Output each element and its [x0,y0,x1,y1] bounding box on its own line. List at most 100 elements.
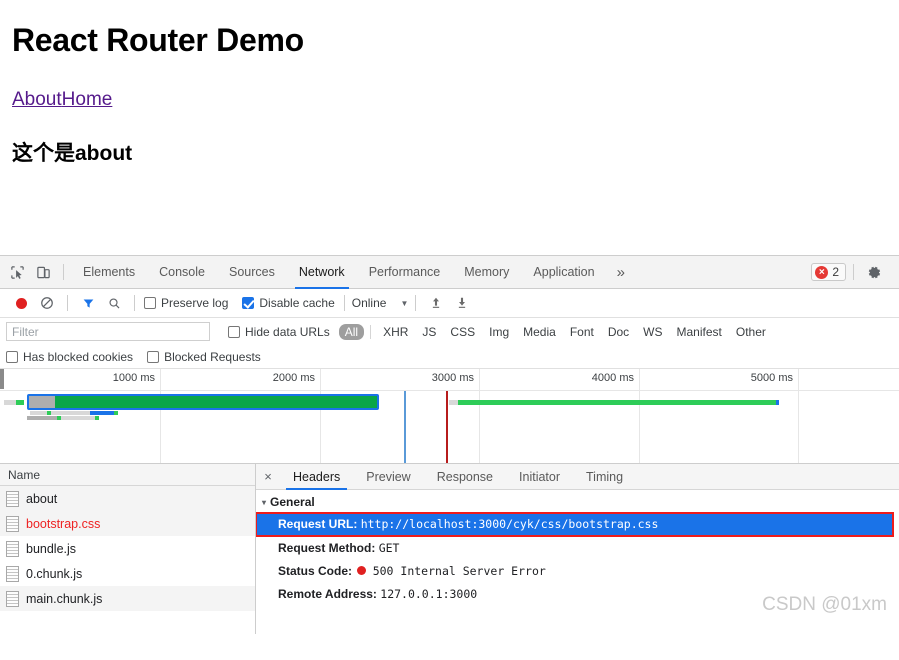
record-button[interactable] [8,290,34,316]
overview-tick-2000: 2000 ms [272,372,315,384]
status-code-row[interactable]: Status Code: 500 Internal Server Error [256,560,899,583]
detail-tab-response[interactable]: Response [424,464,506,490]
blocked-requests-checkbox[interactable]: Blocked Requests [147,350,261,364]
request-name: bootstrap.css [26,516,101,531]
table-row[interactable]: bundle.js [0,536,255,561]
filter-ws[interactable]: WS [637,324,668,340]
tab-console[interactable]: Console [147,256,217,289]
detail-tab-initiator[interactable]: Initiator [506,464,573,490]
request-method-value: GET [378,541,400,555]
has-blocked-cookies-label: Has blocked cookies [23,349,134,364]
error-count-badge[interactable]: × 2 [811,263,846,281]
overview-gridline [320,369,321,390]
error-icon: × [815,265,829,279]
overview-tick-4000: 4000 ms [591,372,634,384]
request-list-header[interactable]: Name [0,464,255,486]
chevron-down-icon: ▾ [262,497,267,507]
waterfall-bar-selected[interactable] [27,394,379,410]
filter-doc[interactable]: Doc [602,324,635,340]
network-control-bar: Preserve log Disable cache Online ▼ [0,289,899,318]
has-blocked-cookies-checkbox[interactable]: Has blocked cookies [6,350,133,364]
export-har-icon[interactable] [449,290,475,316]
waterfall-bar-4 [449,400,779,405]
overview-tick-5000: 5000 ms [750,372,793,384]
network-overview[interactable]: 1000 ms 2000 ms 3000 ms 4000 ms 5000 ms [0,369,899,464]
table-row[interactable]: main.chunk.js [0,586,255,611]
filter-js[interactable]: JS [416,324,442,340]
disable-cache-checkbox[interactable]: Disable cache [242,296,335,310]
devtools-tabbar-right: × 2 [811,259,895,285]
filter-media[interactable]: Media [517,324,562,340]
request-url-row[interactable]: Request URL: http://localhost:3000/cyk/c… [256,512,894,537]
throttling-dropdown[interactable]: Online ▼ [352,296,409,310]
gear-icon[interactable] [861,259,887,285]
load-event-line [446,391,448,463]
overview-gridline [798,369,799,390]
request-name: main.chunk.js [26,591,103,606]
filter-divider [370,324,372,339]
document-icon [6,540,19,557]
detail-tab-timing[interactable]: Timing [573,464,636,490]
preserve-log-label: Preserve log [161,296,229,310]
filter-css[interactable]: CSS [444,324,481,340]
network-filter-bar-2: Has blocked cookies Blocked Requests [0,345,899,369]
import-har-icon[interactable] [423,290,449,316]
remote-address-value: 127.0.0.1:3000 [380,587,478,601]
document-icon [6,490,19,507]
request-url-key: Request URL: [278,517,358,531]
throttling-value: Online [351,296,387,310]
link-about[interactable]: About [12,89,62,110]
tab-elements[interactable]: Elements [71,256,147,289]
hide-data-urls-label: Hide data URLs [245,324,330,339]
link-home[interactable]: Home [62,89,113,110]
request-name: bundle.js [26,541,77,556]
more-tabs-icon[interactable]: » [607,256,635,289]
filter-input[interactable] [6,322,210,341]
table-row[interactable]: bootstrap.css [0,511,255,536]
dom-content-loaded-line [404,391,406,463]
tab-application[interactable]: Application [521,256,606,289]
tab-sources[interactable]: Sources [217,256,287,289]
filter-icon[interactable] [75,290,101,316]
preserve-log-checkbox[interactable]: Preserve log [144,296,228,310]
overview-gridline [639,369,640,390]
hide-data-urls-checkbox[interactable]: Hide data URLs [228,325,330,339]
tab-memory[interactable]: Memory [452,256,521,289]
filter-xhr[interactable]: XHR [377,324,414,340]
document-icon [6,565,19,582]
filter-all[interactable]: All [338,323,365,340]
detail-tab-preview[interactable]: Preview [353,464,423,490]
toolbar-divider-2 [853,264,854,280]
clear-button[interactable] [34,290,60,316]
filter-manifest[interactable]: Manifest [671,324,728,340]
request-list: Name about bootstrap.css bundle.js 0.chu… [0,464,256,634]
table-row[interactable]: about [0,486,255,511]
general-section-header[interactable]: ▾ General [256,490,899,512]
preserve-log-box [144,297,156,309]
control-divider-4 [415,295,417,311]
search-icon[interactable] [101,290,127,316]
remote-address-row[interactable]: Remote Address: 127.0.0.1:3000 [256,583,899,606]
disable-cache-label: Disable cache [259,296,335,310]
network-lower-pane: Name about bootstrap.css bundle.js 0.chu… [0,464,899,634]
overview-ruler: 1000 ms 2000 ms 3000 ms 4000 ms 5000 ms [0,369,899,391]
waterfall-bar-3 [27,416,99,420]
overview-gridline [160,369,161,390]
close-icon[interactable]: × [256,469,280,484]
table-row[interactable]: 0.chunk.js [0,561,255,586]
status-error-icon [357,566,367,575]
devtools-tab-group: Elements Console Sources Network Perform… [71,256,635,289]
tab-network[interactable]: Network [287,256,357,289]
document-icon [6,590,19,607]
tab-performance[interactable]: Performance [357,256,453,289]
filter-img[interactable]: Img [483,324,515,340]
filter-other[interactable]: Other [730,324,772,340]
request-method-row[interactable]: Request Method: GET [256,537,899,560]
filter-font[interactable]: Font [564,324,600,340]
inspect-element-icon[interactable] [4,259,30,285]
devtools-panel: Elements Console Sources Network Perform… [0,255,899,660]
overview-tick-1000: 1000 ms [112,372,155,384]
device-toolbar-icon[interactable] [30,259,56,285]
detail-tab-headers[interactable]: Headers [280,464,353,490]
request-detail-pane: × Headers Preview Response Initiator Tim… [256,464,899,634]
